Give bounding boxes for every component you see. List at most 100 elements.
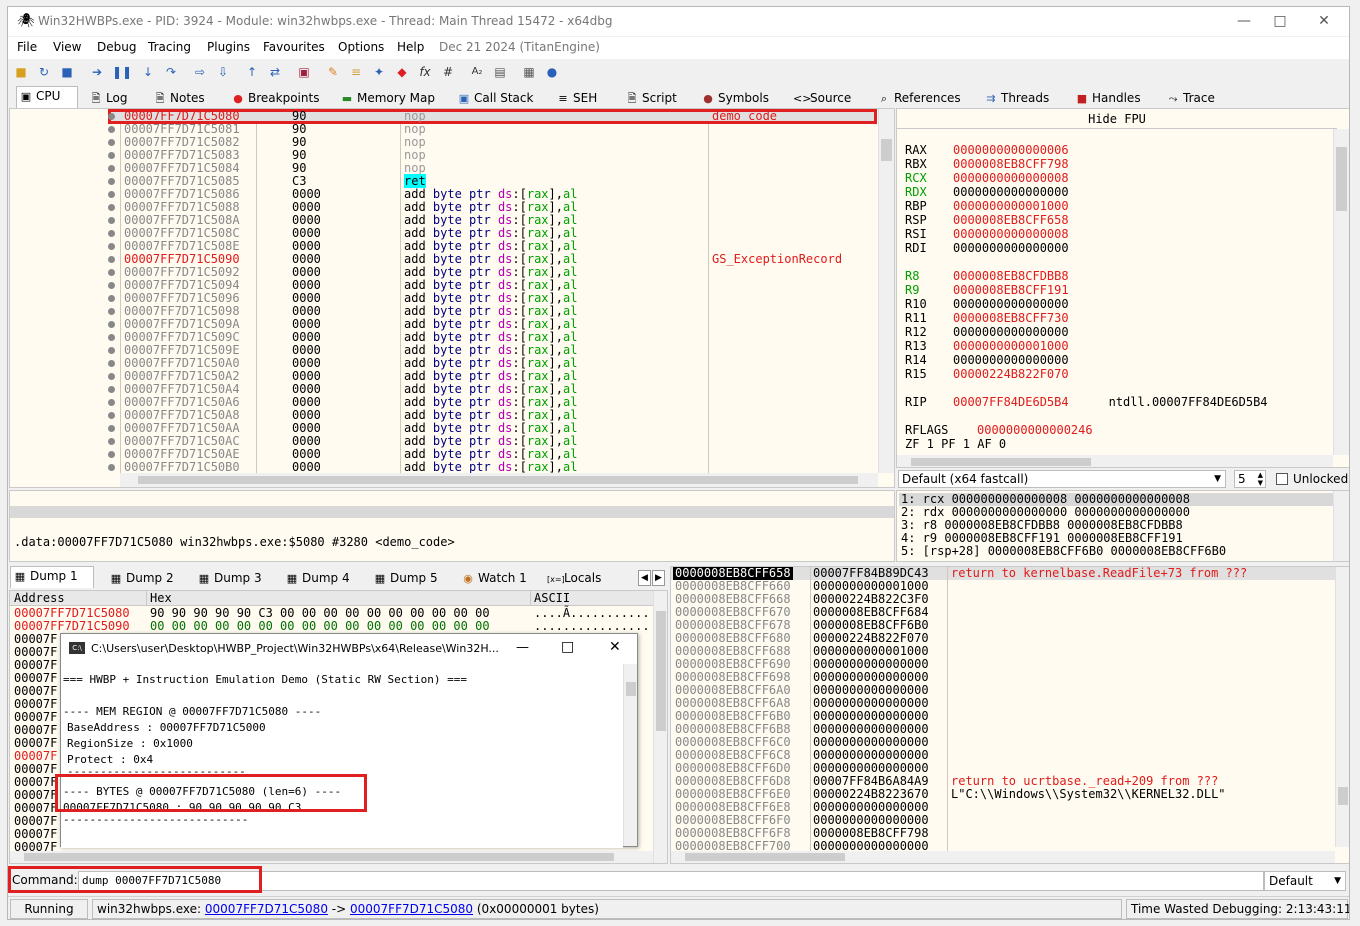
breakpoint-dot-icon[interactable] bbox=[108, 373, 115, 380]
tab-script[interactable]: 🗎 Script bbox=[622, 88, 678, 108]
registers-vscrollbar[interactable] bbox=[1333, 129, 1349, 455]
maximize-icon[interactable]: □ bbox=[1270, 11, 1290, 31]
rflags-row[interactable]: RFLAGS 0000000000000246 bbox=[905, 423, 1093, 437]
breakpoint-dot-icon[interactable] bbox=[108, 165, 115, 172]
console-close-icon[interactable]: ✕ bbox=[609, 639, 621, 655]
comment-icon[interactable]: ≡ bbox=[348, 64, 364, 80]
console-maximize-icon[interactable]: □ bbox=[561, 639, 574, 655]
arguments-view[interactable]: 1: rcx 0000000000000008 0000000000000008… bbox=[896, 490, 1349, 562]
breakpoint-dot-icon[interactable] bbox=[108, 282, 115, 289]
restart-icon[interactable]: ↻ bbox=[36, 64, 52, 80]
breakpoint-dot-icon[interactable] bbox=[108, 204, 115, 211]
dump-vscrollbar[interactable] bbox=[653, 591, 667, 863]
tab-trace[interactable]: ⤳ Trace bbox=[1163, 88, 1216, 108]
register-row[interactable]: R10 0000000000000000 bbox=[905, 297, 1069, 311]
tab-references[interactable]: ⌕ References bbox=[874, 88, 962, 108]
register-row[interactable]: RSI 0000000000000008 bbox=[905, 227, 1069, 241]
strings-icon[interactable]: ▤ bbox=[492, 64, 508, 80]
breakpoint-dot-icon[interactable] bbox=[108, 321, 115, 328]
tab-call-stack[interactable]: ▣ Call Stack bbox=[454, 88, 534, 108]
tab-notes[interactable]: 🗎 Notes bbox=[150, 88, 206, 108]
trace-into-icon[interactable]: ⇨ bbox=[192, 64, 208, 80]
spinner-arrows-icon[interactable]: ▲ ▼ bbox=[1258, 471, 1263, 487]
breakpoint-dot-icon[interactable] bbox=[108, 399, 115, 406]
calculator-icon[interactable]: ▦ bbox=[521, 64, 537, 80]
tab-dump-3[interactable]: ▦ Dump 3 bbox=[194, 568, 263, 588]
breakpoint-dot-icon[interactable] bbox=[108, 243, 115, 250]
dump-hscrollbar[interactable] bbox=[10, 851, 653, 863]
register-row[interactable]: R8 0000008EB8CFDBB8 bbox=[905, 269, 1069, 283]
tabs-scroll-right-icon[interactable]: ▶ bbox=[652, 570, 665, 586]
register-row[interactable]: R13 0000000000001000 bbox=[905, 339, 1069, 353]
menu-view[interactable]: View bbox=[53, 40, 81, 54]
menu-tracing[interactable]: Tracing bbox=[148, 40, 191, 54]
tab-cpu[interactable]: ▣ CPU bbox=[16, 86, 78, 108]
stop-icon[interactable]: ■ bbox=[59, 64, 75, 80]
menu-plugins[interactable]: Plugins bbox=[207, 40, 250, 54]
run-to-user-code-icon[interactable]: ⇄ bbox=[267, 64, 283, 80]
globe-icon[interactable]: ● bbox=[544, 64, 560, 80]
tab-dump-2[interactable]: ▦ Dump 2 bbox=[106, 568, 175, 588]
status-from-address-link[interactable]: 00007FF7D71C5080 bbox=[205, 902, 328, 916]
argument-row[interactable]: 5: [rsp+28] 0000008EB8CFF6B0 0000008EB8C… bbox=[901, 545, 1226, 558]
breakpoint-dot-icon[interactable] bbox=[108, 152, 115, 159]
scroll-thumb[interactable] bbox=[626, 682, 636, 696]
breakpoint-dot-icon[interactable] bbox=[108, 191, 115, 198]
breakpoint-dot-icon[interactable] bbox=[108, 425, 115, 432]
breakpoint-dot-icon[interactable] bbox=[108, 217, 115, 224]
scroll-thumb[interactable] bbox=[656, 611, 666, 731]
label-icon[interactable]: ✦ bbox=[371, 64, 387, 80]
disassembly-hscrollbar[interactable] bbox=[120, 473, 878, 487]
step-into-icon[interactable]: ↓ bbox=[140, 64, 156, 80]
stack-view[interactable]: 0000008EB8CFF658 00007FF84B89DC43 return t… bbox=[670, 566, 1349, 864]
register-row[interactable]: RDX 0000000000000000 bbox=[905, 185, 1069, 199]
scylla-icon[interactable]: ▣ bbox=[296, 64, 312, 80]
breakpoint-dot-icon[interactable] bbox=[108, 126, 115, 133]
register-row[interactable]: RBP 0000000000001000 bbox=[905, 199, 1069, 213]
tab-source[interactable]: <>Source bbox=[790, 88, 852, 108]
execute-till-return-icon[interactable]: ↑ bbox=[244, 64, 260, 80]
minimize-icon[interactable]: — bbox=[1234, 11, 1254, 31]
register-row[interactable]: R14 0000000000000000 bbox=[905, 353, 1069, 367]
tab-breakpoints[interactable]: ● Breakpoints bbox=[228, 88, 320, 108]
stack-vscrollbar[interactable] bbox=[1335, 567, 1349, 847]
step-over-icon[interactable]: ↷ bbox=[163, 64, 179, 80]
tab-memory-map[interactable]: ▬ Memory Map bbox=[337, 88, 436, 108]
close-icon[interactable]: ✕ bbox=[1314, 11, 1334, 31]
register-row[interactable]: R12 0000000000000000 bbox=[905, 325, 1069, 339]
open-icon[interactable]: ■ bbox=[13, 64, 29, 80]
hide-fpu-button[interactable]: Hide FPU bbox=[897, 109, 1337, 129]
calling-convention-select[interactable]: Default (x64 fastcall) ▼ bbox=[898, 470, 1226, 488]
stack-hscrollbar[interactable] bbox=[671, 851, 1335, 863]
breakpoint-dot-icon[interactable] bbox=[108, 334, 115, 341]
scroll-thumb[interactable] bbox=[1338, 787, 1348, 805]
breakpoint-dot-icon[interactable] bbox=[108, 386, 115, 393]
menu-file[interactable]: File bbox=[17, 40, 37, 54]
register-row[interactable]: RBX 0000008EB8CFF798 bbox=[905, 157, 1069, 171]
register-row[interactable]: R11 0000008EB8CFF730 bbox=[905, 311, 1069, 325]
tab-dump-1[interactable]: ▦ Dump 1 bbox=[10, 566, 94, 588]
breakpoint-dot-icon[interactable] bbox=[108, 230, 115, 237]
tab-watch-1[interactable]: ◉ Watch 1 bbox=[458, 568, 528, 588]
trace-over-icon[interactable]: ⇩ bbox=[215, 64, 231, 80]
disassembly-vscrollbar[interactable] bbox=[878, 109, 894, 473]
breakpoint-dot-icon[interactable] bbox=[108, 295, 115, 302]
rip-row[interactable]: RIP 00007FF84DE6D5B4 ntdll.00007FF84DE6D5B… bbox=[905, 395, 1268, 409]
tabs-scroll-left-icon[interactable]: ◀ bbox=[638, 570, 651, 586]
column-address[interactable]: Address bbox=[14, 591, 65, 605]
register-row[interactable]: R15 00000224B822F070 bbox=[905, 367, 1069, 381]
patch-icon[interactable]: ✎ bbox=[325, 64, 341, 80]
command-mode-select[interactable]: Default ▼ bbox=[1264, 871, 1346, 891]
breakpoint-dot-icon[interactable] bbox=[108, 256, 115, 263]
status-to-address-link[interactable]: 00007FF7D71C5080 bbox=[350, 902, 473, 916]
register-row[interactable]: RDI 0000000000000000 bbox=[905, 241, 1069, 255]
tab-handles[interactable]: ■ Handles bbox=[1072, 88, 1142, 108]
flags-row[interactable]: ZF 1 PF 1 AF 0 bbox=[905, 437, 1006, 451]
breakpoint-dot-icon[interactable] bbox=[108, 347, 115, 354]
console-window[interactable]: C:\ C:\Users\user\Desktop\HWBP_Project\W… bbox=[60, 633, 638, 848]
column-ascii[interactable]: ASCII bbox=[534, 591, 570, 605]
column-hex[interactable]: Hex bbox=[150, 591, 172, 605]
breakpoint-dot-icon[interactable] bbox=[108, 308, 115, 315]
breakpoint-dot-icon[interactable] bbox=[108, 438, 115, 445]
scroll-thumb[interactable] bbox=[685, 853, 845, 861]
